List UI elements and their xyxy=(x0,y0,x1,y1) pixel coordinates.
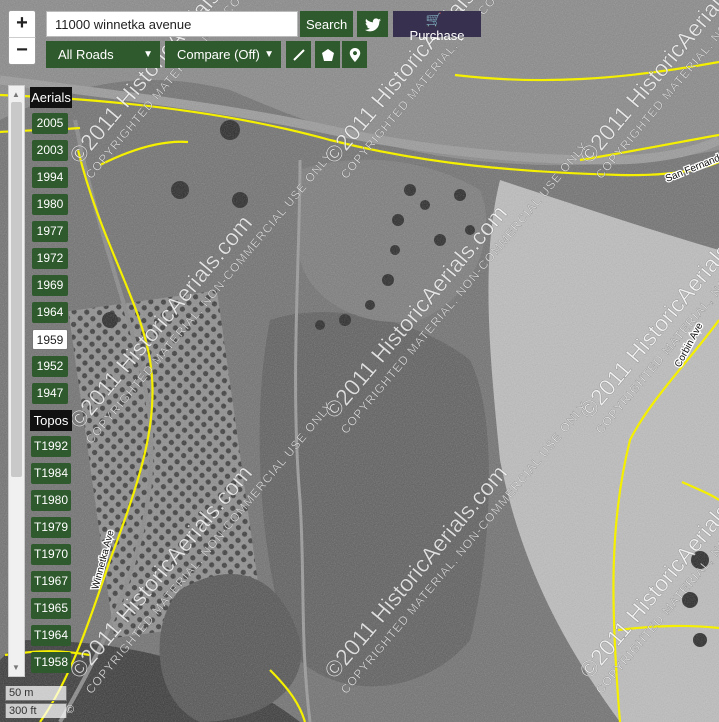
scroll-up-icon[interactable]: ▲ xyxy=(12,90,20,99)
zoom-in-button[interactable]: + xyxy=(8,10,36,38)
topo-year-button[interactable]: T1984 xyxy=(31,463,71,484)
scrollbar-thumb[interactable] xyxy=(11,102,22,477)
place-marker-button[interactable] xyxy=(342,41,367,68)
map-pin-icon xyxy=(349,47,360,62)
topo-year-button[interactable]: T1964 xyxy=(31,625,71,646)
year-panel: Aerials 2005 2003 1994 1980 1977 1972 19… xyxy=(30,87,72,679)
topo-year-button[interactable]: T1965 xyxy=(31,598,71,619)
topo-year-button[interactable]: T1980 xyxy=(31,490,71,511)
aerial-year-button[interactable]: 1994 xyxy=(32,167,68,188)
aerial-year-button-active[interactable]: 1959 xyxy=(32,329,68,350)
purchase-label: Purchase xyxy=(409,28,465,43)
roads-dropdown-label: All Roads xyxy=(58,47,114,62)
topo-year-list: T1992 T1984 T1980 T1979 T1970 T1967 T196… xyxy=(30,436,72,673)
measure-line-button[interactable] xyxy=(286,41,311,68)
aerial-year-button[interactable]: 1977 xyxy=(32,221,68,242)
line-tool-icon xyxy=(292,49,305,61)
aerial-year-list: 2005 2003 1994 1980 1977 1972 1969 1964 … xyxy=(30,113,72,404)
aerial-year-button[interactable]: 2003 xyxy=(32,140,68,161)
aerial-year-button[interactable]: 1952 xyxy=(32,356,68,377)
topo-year-button[interactable]: T1967 xyxy=(31,571,71,592)
zoom-out-button[interactable]: − xyxy=(8,37,36,65)
topos-heading: Topos xyxy=(30,410,72,431)
aerial-year-button[interactable]: 1947 xyxy=(32,383,68,404)
year-list-scrollbar[interactable]: ▲ ▼ xyxy=(8,85,25,677)
polygon-tool-icon xyxy=(321,48,334,61)
aerial-year-button[interactable]: 1972 xyxy=(32,248,68,269)
roads-dropdown[interactable]: All Roads ▼ xyxy=(46,41,160,68)
topo-year-button[interactable]: T1979 xyxy=(31,517,71,538)
cart-icon: 🛒 xyxy=(425,12,443,27)
search-button[interactable]: Search xyxy=(300,11,353,37)
purchase-button[interactable]: 🛒Purchase xyxy=(393,11,481,43)
twitter-icon xyxy=(364,18,381,32)
address-search-input[interactable] xyxy=(46,11,298,37)
topo-year-button[interactable]: T1970 xyxy=(31,544,71,565)
twitter-share-button[interactable] xyxy=(357,11,388,37)
scale-metric: 50 m xyxy=(5,686,67,701)
caret-down-icon: ▼ xyxy=(264,49,274,60)
attribution-mark: © xyxy=(66,704,75,716)
scroll-down-icon[interactable]: ▼ xyxy=(12,663,20,672)
caret-down-icon: ▼ xyxy=(143,49,153,60)
scale-imperial: 300 ft xyxy=(5,703,67,718)
draw-polygon-button[interactable] xyxy=(315,41,340,68)
compare-dropdown-label: Compare (Off) xyxy=(177,47,260,62)
aerial-year-button[interactable]: 2005 xyxy=(32,113,68,134)
aerial-year-button[interactable]: 1964 xyxy=(32,302,68,323)
aerial-year-button[interactable]: 1969 xyxy=(32,275,68,296)
aerial-year-button[interactable]: 1980 xyxy=(32,194,68,215)
aerials-heading: Aerials xyxy=(30,87,72,108)
aerial-map[interactable]: San Fernando Corbin Ave Winnetka Ave ©20… xyxy=(0,0,719,722)
topo-year-button[interactable]: T1958 xyxy=(31,652,71,673)
topo-year-button[interactable]: T1992 xyxy=(31,436,71,457)
compare-dropdown[interactable]: Compare (Off) ▼ xyxy=(165,41,281,68)
